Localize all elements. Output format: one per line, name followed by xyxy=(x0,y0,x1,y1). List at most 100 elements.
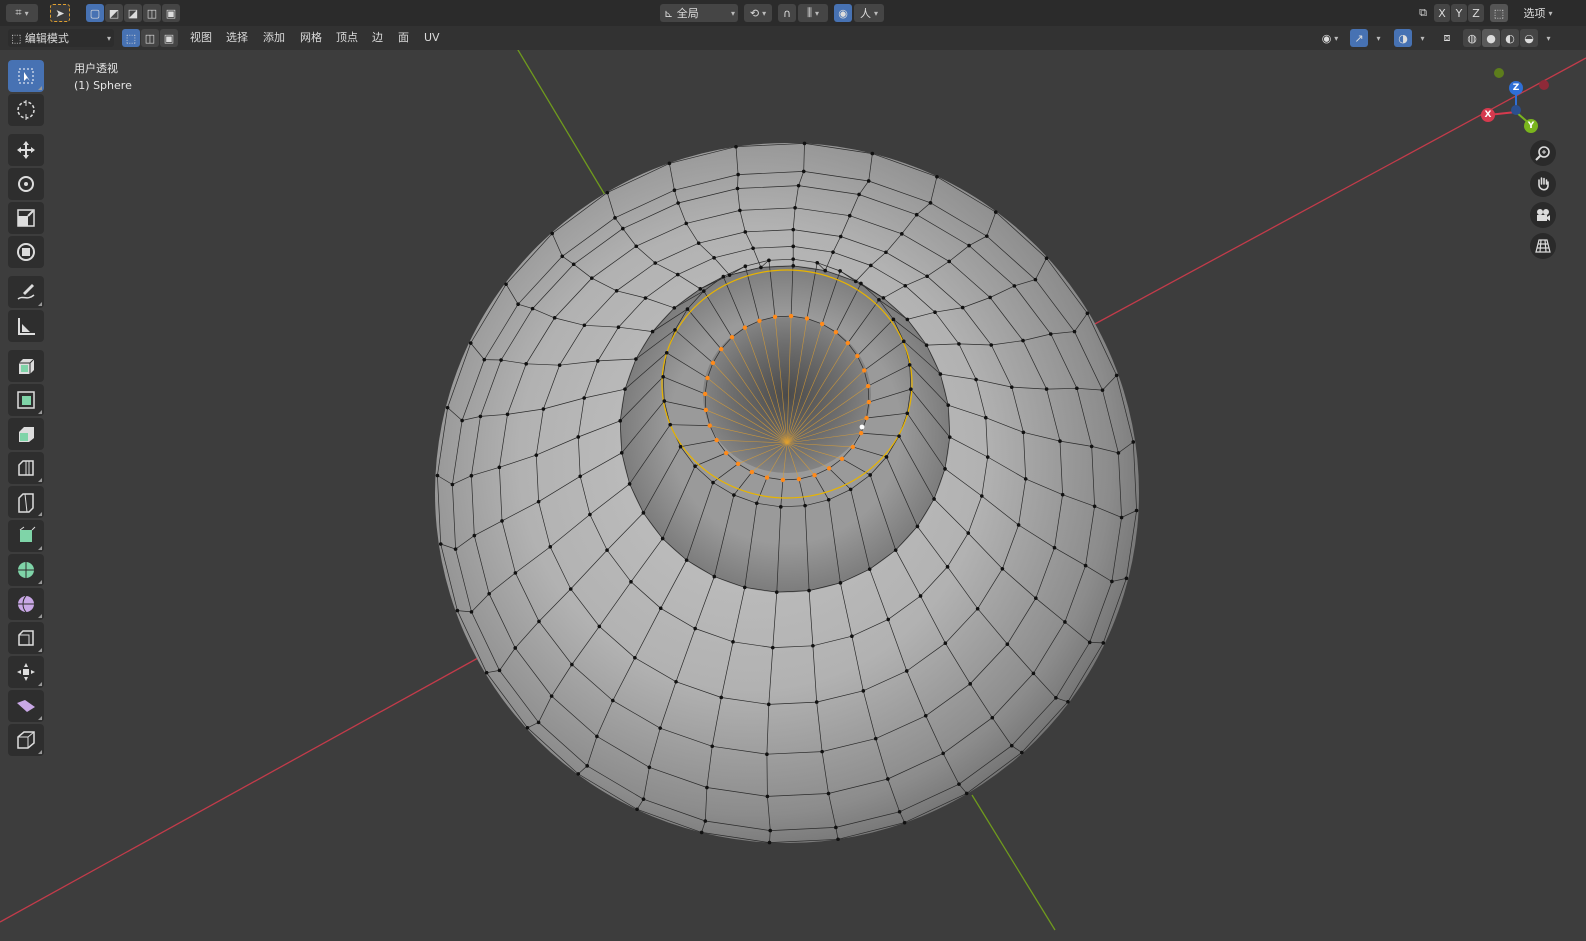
menu-edge[interactable]: 边 xyxy=(372,30,383,46)
mesh-vertex[interactable] xyxy=(445,405,450,410)
mesh-vertex[interactable] xyxy=(658,606,663,611)
mesh-vertex[interactable] xyxy=(754,501,759,506)
visibility-button[interactable]: ◉ ▾ xyxy=(1316,29,1344,47)
tool-annotate[interactable] xyxy=(8,276,44,308)
mesh-vertex[interactable] xyxy=(1009,385,1014,389)
mesh-vertex[interactable] xyxy=(1044,387,1049,391)
mesh-vertex[interactable] xyxy=(1033,277,1038,282)
mesh-vertex[interactable] xyxy=(791,257,795,261)
mesh-vertex[interactable] xyxy=(989,343,994,347)
mesh-vertex[interactable] xyxy=(672,306,677,310)
mesh-vertex[interactable] xyxy=(712,574,717,579)
mesh-vertex[interactable] xyxy=(611,698,615,703)
xray-toggle-button[interactable]: ⧈ xyxy=(1438,29,1456,47)
mesh-vertex[interactable] xyxy=(881,296,886,300)
mesh-vertex[interactable] xyxy=(536,499,541,504)
mesh-vertex[interactable] xyxy=(699,830,704,835)
mesh-vertex[interactable] xyxy=(727,273,732,277)
mesh-vertex[interactable] xyxy=(1044,256,1049,260)
mesh-vertex[interactable] xyxy=(736,172,740,177)
mesh-vertex[interactable] xyxy=(793,206,797,210)
mesh-vertex[interactable] xyxy=(975,606,980,611)
mesh-vertex[interactable] xyxy=(513,646,518,650)
mesh-vertex[interactable] xyxy=(897,809,902,814)
mesh-vertex[interactable] xyxy=(658,726,662,730)
mirror-options-button[interactable]: ⧉ xyxy=(1414,4,1432,22)
mesh-vertex[interactable] xyxy=(500,519,504,523)
gizmo-neg-y-dot[interactable] xyxy=(1494,68,1504,78)
mesh-vertex[interactable] xyxy=(710,744,715,749)
mesh-vertex[interactable] xyxy=(859,281,863,286)
mesh-vertex[interactable] xyxy=(1131,440,1136,444)
edge-select-mode-button[interactable]: ◫ xyxy=(141,29,159,47)
mesh-vertex[interactable] xyxy=(684,558,689,562)
mesh-vertex[interactable] xyxy=(884,455,889,459)
mesh-vertex[interactable] xyxy=(627,482,632,486)
mesh-vertex[interactable] xyxy=(1023,477,1028,481)
tool-shrink-fatten[interactable] xyxy=(8,656,44,688)
mesh-vertex[interactable] xyxy=(796,183,801,188)
mesh-vertex[interactable] xyxy=(925,274,929,279)
mesh-vertex[interactable] xyxy=(530,306,535,311)
mesh-vertex[interactable] xyxy=(811,643,815,648)
mesh-vertex[interactable] xyxy=(815,260,820,265)
gizmo-x-axis[interactable]: X xyxy=(1481,108,1495,122)
mesh-vertex[interactable] xyxy=(482,357,487,362)
mesh-vertex[interactable] xyxy=(675,272,680,277)
selected-vertex[interactable] xyxy=(796,476,802,482)
mesh-vertex[interactable] xyxy=(570,662,574,667)
3d-viewport[interactable]: 用户透视 (1) Sphere Z Y X xyxy=(0,50,1586,941)
mesh-vertex[interactable] xyxy=(571,262,576,267)
tool-inset[interactable] xyxy=(8,418,44,450)
selected-vertex[interactable] xyxy=(714,437,719,443)
mesh-vertex[interactable] xyxy=(1020,750,1024,755)
mesh-vertex[interactable] xyxy=(967,243,971,248)
mesh-vertex[interactable] xyxy=(605,548,609,552)
mesh-vertex[interactable] xyxy=(909,387,913,391)
mesh-vertex[interactable] xyxy=(438,542,443,546)
camera-view-button[interactable] xyxy=(1530,202,1556,228)
mesh-vertex[interactable] xyxy=(1060,492,1065,497)
mesh-vertex[interactable] xyxy=(702,289,706,293)
mesh-vertex[interactable] xyxy=(802,141,807,146)
editor-type-button[interactable]: ⌗ ▾ xyxy=(6,4,38,22)
mesh-vertex[interactable] xyxy=(743,264,748,269)
mesh-vertex[interactable] xyxy=(672,188,677,193)
mesh-vertex[interactable] xyxy=(634,357,638,361)
mesh-vertex[interactable] xyxy=(1089,444,1094,449)
mesh-vertex[interactable] xyxy=(455,608,460,613)
mesh-vertex[interactable] xyxy=(935,174,939,179)
mesh-vertex[interactable] xyxy=(647,765,652,770)
mesh-vertex[interactable] xyxy=(621,226,625,231)
mesh-vertex[interactable] xyxy=(487,591,491,596)
mesh-vertex[interactable] xyxy=(945,565,950,569)
mesh-vertex[interactable] xyxy=(928,201,933,205)
mesh-vertex[interactable] xyxy=(770,645,775,650)
selected-vertex[interactable] xyxy=(742,325,748,330)
selected-vertex[interactable] xyxy=(707,423,712,428)
snap-toggle-button[interactable]: ∩ xyxy=(778,4,796,22)
mesh-vertex[interactable] xyxy=(719,695,724,700)
mesh-vertex[interactable] xyxy=(641,511,646,515)
mesh-vertex[interactable] xyxy=(850,634,854,639)
mesh-vertex[interactable] xyxy=(560,254,565,259)
mesh-vertex[interactable] xyxy=(869,263,873,268)
mesh-vertex[interactable] xyxy=(516,302,520,306)
tool-smooth[interactable] xyxy=(8,588,44,620)
selected-vertex[interactable] xyxy=(858,430,864,436)
zoom-button[interactable] xyxy=(1530,140,1556,166)
mesh-vertex[interactable] xyxy=(1034,596,1038,600)
mesh-vertex[interactable] xyxy=(1085,311,1090,316)
mesh-vertex[interactable] xyxy=(774,590,779,594)
mesh-vertex[interactable] xyxy=(732,493,736,497)
mesh-vertex[interactable] xyxy=(484,670,489,675)
selected-vertex[interactable] xyxy=(855,353,860,359)
mesh-vertex[interactable] xyxy=(974,377,978,382)
mesh-vertex[interactable] xyxy=(635,807,639,812)
mesh-vertex[interactable] xyxy=(801,169,806,174)
selected-vertex[interactable] xyxy=(703,407,709,413)
select-mode-invert-button[interactable]: ◫ xyxy=(143,4,161,22)
mesh-vertex[interactable] xyxy=(576,435,581,439)
mesh-vertex[interactable] xyxy=(721,274,726,279)
mesh-vertex[interactable] xyxy=(513,571,518,575)
